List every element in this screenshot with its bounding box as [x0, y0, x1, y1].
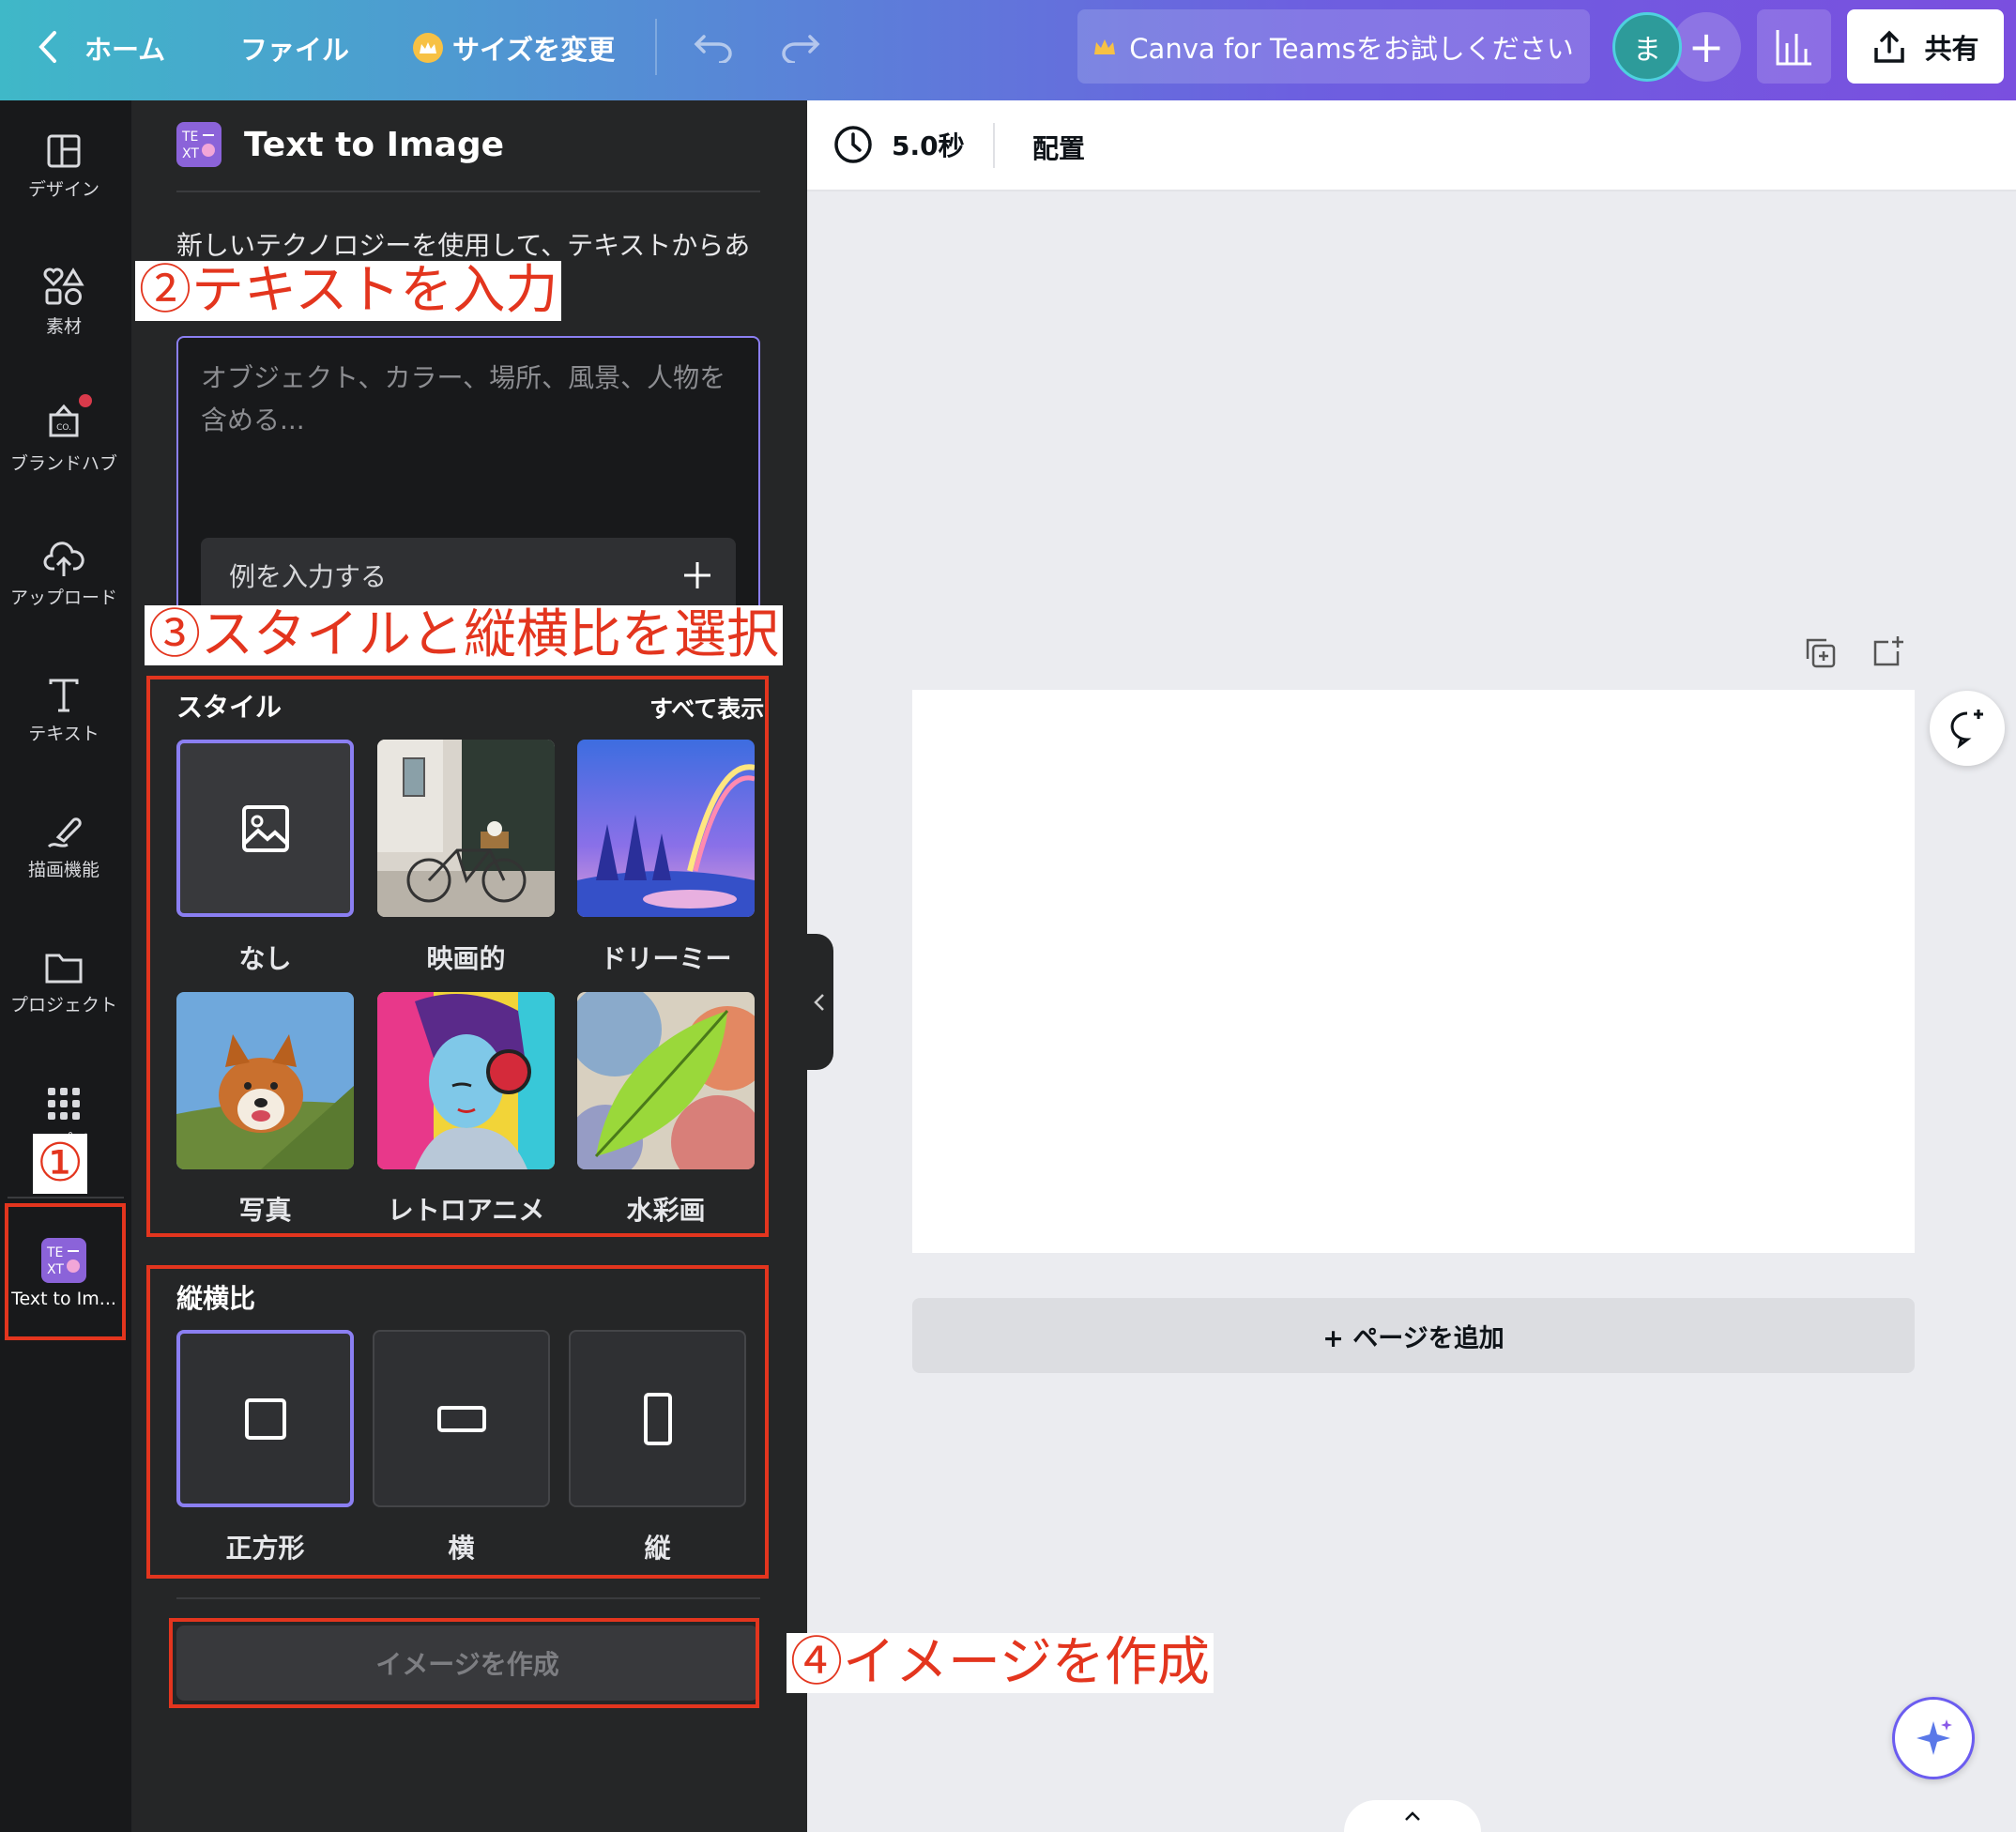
home-button[interactable]: ホーム — [84, 28, 165, 68]
left-rail: デザイン 素材 CO. ブランドハブ アップロード テキスト 描画機能 プロジェ… — [0, 100, 131, 1832]
top-bar: ホーム ファイル サイズを変更 Canva for Teamsをお試しください … — [0, 0, 2016, 100]
sparkle-icon — [1917, 1719, 1952, 1755]
sidebar-item-label: プロジェクト — [9, 994, 117, 1015]
upload-share-icon — [1874, 30, 1905, 63]
brand-hub-icon: CO. — [49, 404, 79, 437]
sidebar-item-uploads[interactable]: アップロード — [0, 518, 128, 631]
add-comment-button[interactable] — [1930, 691, 2005, 766]
prompt-placeholder: オブジェクト、カラー、場所、風景、人物を含める... — [201, 362, 726, 435]
sidebar-item-label: アップロード — [9, 587, 117, 608]
sidebar-item-label: 素材 — [45, 315, 82, 337]
resize-label: サイズを変更 — [452, 34, 616, 66]
design-page[interactable] — [912, 690, 1915, 1253]
sidebar-item-projects[interactable]: プロジェクト — [0, 926, 128, 1039]
notification-dot — [79, 394, 92, 407]
duplicate-page-icon[interactable] — [1804, 636, 1838, 674]
create-divider — [176, 1597, 760, 1599]
collapse-panel-tab[interactable] — [805, 934, 833, 1070]
sidebar-item-design[interactable]: デザイン — [0, 110, 128, 222]
shapes-icon — [43, 267, 84, 305]
plus-icon — [684, 562, 710, 588]
resize-button[interactable]: サイズを変更 — [413, 28, 615, 68]
annotation-box-create — [169, 1618, 759, 1708]
toolbar-divider — [993, 123, 995, 168]
annotation-step3: ③スタイルと縦横比を選択 — [145, 605, 783, 665]
avatar[interactable]: ま — [1612, 12, 1682, 82]
crown-icon — [1093, 31, 1116, 63]
rail-divider — [8, 1197, 124, 1198]
arrange-button[interactable]: 配置 — [1032, 129, 1085, 166]
add-page-icon[interactable] — [1871, 634, 1905, 672]
text-icon — [49, 679, 79, 711]
sidebar-item-text[interactable]: テキスト — [0, 654, 128, 767]
sidebar-item-label: テキスト — [28, 723, 99, 744]
toolbar-divider — [655, 19, 657, 75]
annotation-box-aspect-ratio — [146, 1265, 769, 1579]
page-nav-toggle[interactable] — [1344, 1800, 1481, 1832]
sidebar-item-draw[interactable]: 描画機能 — [0, 790, 128, 903]
share-button[interactable]: 共有 — [1847, 9, 2004, 84]
draw-icon — [47, 817, 82, 847]
magic-assistant-button[interactable] — [1892, 1697, 1975, 1779]
annotation-step1: ① — [33, 1134, 88, 1194]
chevron-left-icon — [814, 993, 824, 1011]
try-teams-button[interactable]: Canva for Teamsをお試しください — [1077, 9, 1590, 84]
annotation-step2: ②テキストを入力 — [135, 261, 562, 321]
sidebar-item-elements[interactable]: 素材 — [0, 246, 128, 359]
try-teams-label: Canva for Teamsをお試しください — [1129, 32, 1574, 65]
svg-text:XT: XT — [182, 146, 199, 161]
redo-icon[interactable] — [777, 26, 824, 68]
enter-example-label: 例を入力する — [229, 561, 388, 592]
panel-title: Text to Image — [244, 126, 505, 164]
share-label: 共有 — [1924, 32, 1979, 65]
file-menu-button[interactable]: ファイル — [240, 28, 349, 68]
folder-icon — [45, 954, 83, 983]
timer-button[interactable]: 5.0秒 — [833, 125, 965, 164]
sidebar-item-label: 描画機能 — [27, 859, 99, 880]
annotation-box-style — [146, 676, 769, 1237]
canvas-toolbar: 5.0秒 配置 — [807, 100, 2016, 191]
back-chevron-icon[interactable] — [32, 26, 64, 68]
sidebar-item-label: デザイン — [27, 178, 99, 200]
chevron-up-icon — [1405, 1811, 1420, 1821]
crown-icon — [413, 33, 443, 63]
annotation-box-text-to-image — [5, 1203, 126, 1340]
clock-icon — [834, 126, 872, 163]
panel-app-icon: TE XT — [176, 122, 221, 171]
add-page-button[interactable]: + ページを追加 — [912, 1298, 1915, 1373]
panel-title-divider — [176, 191, 760, 192]
enter-example-button[interactable]: 例を入力する — [201, 538, 736, 613]
text-to-image-icon: TEXT — [176, 122, 221, 167]
layout-icon — [47, 134, 81, 167]
panel-description: 新しいテクノロジーを使用して、テキストからあ — [176, 230, 749, 261]
sidebar-item-brand-hub[interactable]: CO. ブランドハブ — [0, 382, 128, 495]
bar-chart-icon — [1776, 30, 1811, 66]
comment-plus-icon — [1950, 710, 1983, 749]
undo-icon[interactable] — [690, 26, 737, 68]
sidebar-item-label: ブランドハブ — [9, 453, 117, 474]
duration-label: 5.0秒 — [892, 130, 965, 161]
apps-grid-icon — [48, 1087, 80, 1120]
insights-button[interactable] — [1757, 9, 1831, 84]
annotation-step4: ④イメージを作成 — [787, 1633, 1214, 1693]
invite-plus-button[interactable]: + — [1672, 12, 1741, 82]
cloud-upload-icon — [43, 541, 84, 576]
svg-text:CO.: CO. — [56, 423, 71, 433]
svg-text:TE: TE — [181, 130, 198, 145]
